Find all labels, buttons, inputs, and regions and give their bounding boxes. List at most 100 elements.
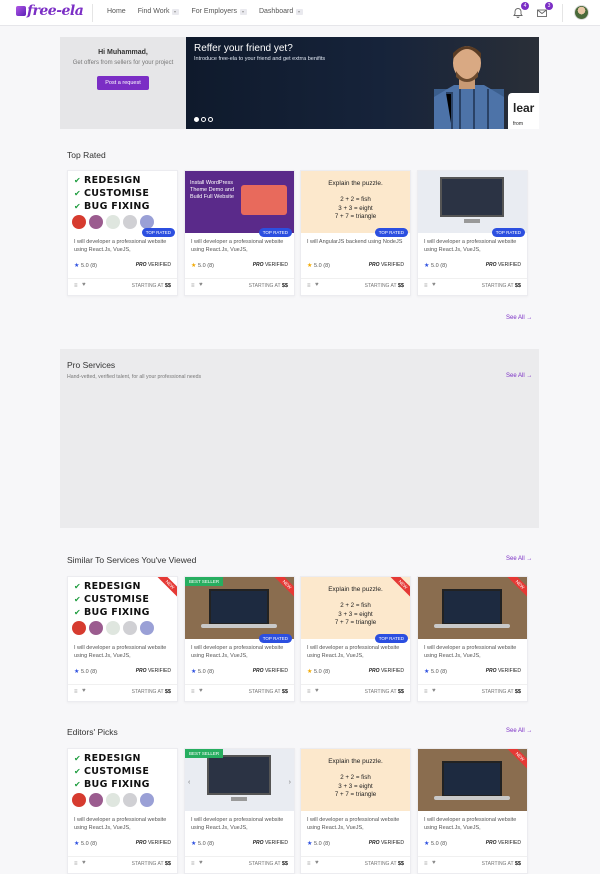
rating-value: 5.0 <box>198 263 206 269</box>
heart-icon[interactable]: ♥ <box>82 282 86 288</box>
gig-thumbnail[interactable] <box>418 577 527 639</box>
gig-thumbnail[interactable] <box>418 171 527 233</box>
thumbnail-headline-text: CUSTOMISE <box>84 766 150 777</box>
menu-icon[interactable]: ≡ <box>424 689 428 695</box>
gig-thumbnail[interactable]: ✔REDESIGN✔CUSTOMISE✔BUG FIXING <box>68 577 177 639</box>
see-all-editors-picks[interactable]: See All → <box>506 728 532 734</box>
heart-icon[interactable]: ♥ <box>432 860 436 866</box>
notifications-button[interactable]: 4 <box>512 2 529 18</box>
nav-dashboard-label: Dashboard <box>258 8 294 15</box>
laptop-base-image <box>201 624 277 628</box>
gig-description[interactable]: I will developer a professional website … <box>74 644 174 660</box>
menu-icon[interactable]: ≡ <box>424 283 428 289</box>
gig-thumbnail[interactable]: Explain the puzzle. 2 + 2 = fish3 + 3 = e… <box>301 749 410 811</box>
starting-at-label: STARTING AT <box>481 861 514 867</box>
best-seller-badge: BEST SELLER <box>185 749 224 758</box>
heart-icon[interactable]: ♥ <box>82 688 86 694</box>
gig-description[interactable]: I will developer a professional website … <box>307 816 407 832</box>
devices-stand-image <box>231 797 247 801</box>
heart-icon[interactable]: ♥ <box>432 282 436 288</box>
see-all-top-rated[interactable]: See All → <box>506 315 532 321</box>
gig-card[interactable]: ✔ REDESIGN ✔ CUSTOMISE ✔ BUG FIXING I will dev… <box>67 748 178 874</box>
gig-card[interactable]: Explain the puzzle. 2 + 2 = fish3 + 3 = e… <box>300 576 411 702</box>
verified-label: VERIFIED <box>147 262 171 268</box>
see-all-similar[interactable]: See All → <box>506 556 532 562</box>
messages-button[interactable]: 3 <box>536 2 553 18</box>
menu-icon[interactable]: ≡ <box>307 283 311 289</box>
user-avatar[interactable] <box>574 5 589 20</box>
nav-home[interactable]: Home <box>107 8 126 15</box>
carousel-dot-2[interactable] <box>201 117 206 122</box>
gig-card[interactable]: Install WordPress Theme Demo and Build F… <box>184 170 295 296</box>
card-divider <box>418 856 527 857</box>
heart-icon[interactable]: ♥ <box>315 282 319 288</box>
menu-icon[interactable]: ≡ <box>307 861 311 867</box>
gig-thumbnail[interactable]: Explain the puzzle. 2 + 2 = fish3 + 3 = e… <box>301 577 410 639</box>
brand-logo[interactable]: free-ela <box>16 3 84 19</box>
menu-icon[interactable]: ≡ <box>191 283 195 289</box>
gig-card[interactable]: NEWI will developer a professional websi… <box>417 748 528 874</box>
heart-icon[interactable]: ♥ <box>199 282 203 288</box>
gig-card[interactable]: NEWI will developer a professional websi… <box>417 576 528 702</box>
star-icon: ★ <box>191 669 199 675</box>
menu-icon[interactable]: ≡ <box>307 689 311 695</box>
gig-description[interactable]: I will developer a professional website … <box>424 644 524 660</box>
gig-description[interactable]: I will developer a professional website … <box>191 238 291 254</box>
gig-thumbnail[interactable] <box>418 749 527 811</box>
menu-icon[interactable]: ≡ <box>74 283 78 289</box>
gig-description[interactable]: I will developer a professional website … <box>191 644 291 660</box>
pro-verified-badge: PRO VERIFIED <box>486 668 521 674</box>
menu-icon[interactable]: ≡ <box>191 689 195 695</box>
hero-subtitle: Get offers from sellers for your project <box>72 60 174 66</box>
carousel-dot-3[interactable] <box>208 117 213 122</box>
see-all-pro-services[interactable]: See All → <box>506 373 532 379</box>
heart-icon[interactable]: ♥ <box>315 688 319 694</box>
checkmark-icon: ✔ <box>74 608 82 617</box>
heart-icon[interactable]: ♥ <box>199 860 203 866</box>
gig-card[interactable]: Explain the puzzle. 2 + 2 = fish3 + 3 = e… <box>300 748 411 874</box>
gig-thumbnail[interactable]: ✔REDESIGN✔CUSTOMISE✔BUG FIXING <box>68 749 177 811</box>
gig-thumbnail[interactable] <box>185 577 294 639</box>
pro-verified-badge: PRO VERIFIED <box>253 262 288 268</box>
rating-value: 5.0 <box>81 841 89 847</box>
gig-description[interactable]: I will developer a professional website … <box>424 238 524 254</box>
laptop-screen-image <box>442 589 502 625</box>
thumbnail-headline: ✔BUG FIXING <box>74 607 150 618</box>
gig-thumbnail[interactable]: Explain the puzzle. 2 + 2 = fish3 + 3 = e… <box>301 171 410 233</box>
gig-card[interactable]: BEST SELLERNEWTOP RATEDI will developer … <box>184 576 295 702</box>
menu-icon[interactable]: ≡ <box>424 861 428 867</box>
gig-description[interactable]: I will developer a professional website … <box>424 816 524 832</box>
gig-card[interactable]: ✔ REDESIGN ✔ CUSTOMISE ✔ BUG FIXING TOP RATED I… <box>67 170 178 296</box>
gig-description[interactable]: I will developer a professional website … <box>307 644 407 660</box>
gig-card[interactable]: Explain the puzzle. 2 + 2 = fish3 + 3 = e… <box>300 170 411 296</box>
gig-description[interactable]: I will developer a professional website … <box>191 816 291 832</box>
referral-banner[interactable]: Reffer your friend yet? Introduce free-e… <box>186 37 539 129</box>
nav-for-employers[interactable]: For Employers <box>191 8 247 15</box>
carousel-prev-icon[interactable]: ‹ <box>188 779 190 786</box>
nav-find-work[interactable]: Find Work <box>138 8 180 15</box>
carousel-dot-1[interactable] <box>194 117 199 122</box>
banner-title: Reffer your friend yet? <box>194 43 293 54</box>
menu-icon[interactable]: ≡ <box>191 861 195 867</box>
heart-icon[interactable]: ♥ <box>432 688 436 694</box>
gig-price: STARTING AT $$ <box>132 861 171 867</box>
gig-description[interactable]: I will AngularJS backend using NodeJS <box>307 238 407 246</box>
heart-icon[interactable]: ♥ <box>82 860 86 866</box>
gig-thumbnail[interactable] <box>185 749 294 811</box>
gig-card[interactable]: ✔REDESIGN✔CUSTOMISE✔BUG FIXINGNEWI will … <box>67 576 178 702</box>
gig-thumbnail[interactable]: Install WordPress Theme Demo and Build F… <box>185 171 294 233</box>
wordpress-icon <box>123 215 137 229</box>
post-request-button[interactable]: Post a request <box>97 76 149 90</box>
gig-thumbnail[interactable]: ✔REDESIGN✔CUSTOMISE✔BUG FIXING <box>68 171 177 233</box>
heart-icon[interactable]: ♥ <box>315 860 319 866</box>
menu-icon[interactable]: ≡ <box>74 861 78 867</box>
menu-icon[interactable]: ≡ <box>74 689 78 695</box>
gig-card[interactable]: TOP RATED I will developer a professional… <box>417 170 528 296</box>
gig-description[interactable]: I will developer a professional website … <box>74 238 174 254</box>
heart-icon[interactable]: ♥ <box>199 688 203 694</box>
carousel-next-icon[interactable]: › <box>289 779 291 786</box>
gig-description[interactable]: I will developer a professional website … <box>74 816 174 832</box>
gig-rating: ★ 5.0 (8) <box>307 840 330 847</box>
gig-card[interactable]: BEST SELLER ‹ › I will developer a professi… <box>184 748 295 874</box>
nav-dashboard[interactable]: Dashboard <box>258 8 304 15</box>
